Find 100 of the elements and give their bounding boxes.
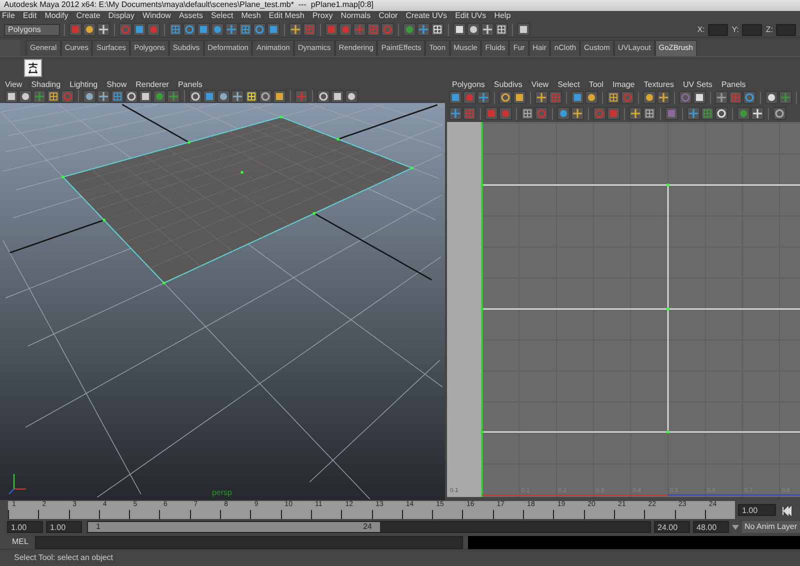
toolbar-icon[interactable] bbox=[217, 90, 230, 103]
toolbar-icon[interactable] bbox=[773, 107, 786, 120]
panel-menu[interactable]: View bbox=[5, 80, 22, 89]
panel-menu[interactable]: Show bbox=[106, 80, 127, 89]
coordinate-field[interactable] bbox=[742, 24, 762, 36]
toolbar-icon[interactable] bbox=[743, 91, 756, 104]
panel-menu[interactable]: Shading bbox=[31, 80, 61, 89]
toolbar-icon[interactable] bbox=[231, 90, 244, 103]
menu-item[interactable]: Display bbox=[108, 12, 134, 22]
plane-mesh[interactable] bbox=[62, 116, 414, 284]
toolbar-icon[interactable] bbox=[83, 90, 96, 103]
toolbar-icon[interactable] bbox=[317, 90, 330, 103]
panel-menu[interactable]: Textures bbox=[644, 80, 674, 89]
menu-item[interactable]: Mesh bbox=[241, 12, 261, 22]
toolbar-icon[interactable] bbox=[203, 90, 216, 103]
panel-menu[interactable]: Panels bbox=[721, 80, 746, 89]
perspective-viewport[interactable]: persp bbox=[0, 102, 445, 500]
uv-shell[interactable] bbox=[480, 183, 800, 434]
toolbar-icon[interactable] bbox=[607, 91, 620, 104]
command-input-field[interactable] bbox=[35, 536, 464, 549]
toolbar-icon[interactable] bbox=[331, 90, 344, 103]
toolbar-icon[interactable] bbox=[5, 90, 18, 103]
current-frame-field[interactable]: 1.00 bbox=[738, 504, 776, 516]
toolbar-icon[interactable] bbox=[751, 107, 764, 120]
toolbar-icon[interactable] bbox=[197, 23, 210, 36]
toolbar-icon[interactable] bbox=[97, 23, 110, 36]
caret-icon[interactable] bbox=[732, 524, 739, 530]
menu-item[interactable]: Edit UVs bbox=[455, 12, 486, 22]
toolbar-icon[interactable] bbox=[97, 90, 110, 103]
menu-item[interactable]: File bbox=[2, 12, 15, 22]
panel-menu[interactable]: Panels bbox=[178, 80, 202, 89]
menu-item[interactable]: Create bbox=[76, 12, 100, 22]
range-slider-bar[interactable]: 1 24 bbox=[88, 522, 380, 532]
toolbar-icon[interactable] bbox=[431, 23, 444, 36]
toolbar-icon[interactable] bbox=[259, 90, 272, 103]
toolbar-icon[interactable] bbox=[19, 90, 32, 103]
panel-menu[interactable]: Image bbox=[612, 80, 635, 89]
toolbar-icon[interactable] bbox=[449, 91, 462, 104]
menu-item[interactable]: Proxy bbox=[312, 12, 333, 22]
toolbar-icon[interactable] bbox=[183, 23, 196, 36]
menu-item[interactable]: Window bbox=[142, 12, 171, 22]
toolbar-icon[interactable] bbox=[139, 90, 152, 103]
coordinate-field[interactable] bbox=[708, 24, 728, 36]
menu-item[interactable]: Normals bbox=[340, 12, 371, 22]
panel-menu[interactable]: Polygons bbox=[452, 80, 485, 89]
start-time-field[interactable]: 1.00 bbox=[7, 520, 43, 533]
toolbar-icon[interactable] bbox=[111, 90, 124, 103]
mode-dropdown[interactable]: Polygons bbox=[4, 24, 60, 36]
toolbar-icon[interactable] bbox=[687, 107, 700, 120]
menu-item[interactable]: Help bbox=[494, 12, 511, 22]
toolbar-icon[interactable] bbox=[239, 23, 252, 36]
menu-item[interactable]: Create UVs bbox=[406, 12, 448, 22]
toolbar-icon[interactable] bbox=[453, 23, 466, 36]
panel-menu[interactable]: Tool bbox=[588, 80, 604, 89]
toolbar-icon[interactable] bbox=[643, 91, 656, 104]
toolbar-icon[interactable] bbox=[125, 90, 138, 103]
toolbar-icon[interactable] bbox=[495, 23, 508, 36]
playback-start-field[interactable]: 1.00 bbox=[46, 520, 82, 533]
toolbar-icon[interactable] bbox=[481, 23, 494, 36]
command-language-label[interactable]: MEL bbox=[12, 538, 28, 546]
toolbar-icon[interactable] bbox=[83, 23, 96, 36]
toolbar-icon[interactable] bbox=[289, 23, 302, 36]
toolbar-icon[interactable] bbox=[133, 23, 146, 36]
toolbar-icon[interactable] bbox=[211, 23, 224, 36]
toolbar-icon[interactable] bbox=[245, 90, 258, 103]
toolbar-icon[interactable] bbox=[571, 107, 584, 120]
toolbar-icon[interactable] bbox=[715, 107, 728, 120]
toolbar-icon[interactable] bbox=[189, 90, 202, 103]
coordinate-field[interactable] bbox=[776, 24, 796, 36]
go-to-start-icon[interactable] bbox=[782, 506, 792, 516]
playback-end-field[interactable]: 24.00 bbox=[654, 520, 690, 533]
toolbar-icon[interactable] bbox=[517, 23, 530, 36]
panel-menu[interactable]: UV Sets bbox=[682, 80, 712, 89]
toolbar-icon[interactable] bbox=[657, 91, 670, 104]
panel-menu[interactable]: Lighting bbox=[70, 80, 98, 89]
menu-item[interactable]: Edit bbox=[22, 12, 37, 22]
toolbar-icon[interactable] bbox=[693, 91, 706, 104]
menu-item[interactable]: Assets bbox=[178, 12, 203, 22]
panel-menu[interactable]: View bbox=[531, 80, 549, 89]
menu-item[interactable]: Color bbox=[378, 12, 398, 22]
toolbar-icon[interactable] bbox=[557, 107, 570, 120]
toolbar-icon[interactable] bbox=[535, 91, 548, 104]
toolbar-icon[interactable] bbox=[571, 91, 584, 104]
toolbar-icon[interactable] bbox=[467, 23, 480, 36]
panel-menu[interactable]: Renderer bbox=[136, 80, 169, 89]
panel-menu[interactable]: Select bbox=[558, 80, 580, 89]
shelf-tool-icon[interactable] bbox=[24, 59, 42, 78]
toolbar-icon[interactable] bbox=[225, 23, 238, 36]
toolbar-icon[interactable] bbox=[253, 23, 266, 36]
toolbar-icon[interactable] bbox=[629, 107, 642, 120]
toolbar-icon[interactable] bbox=[47, 90, 60, 103]
menu-item[interactable]: Select bbox=[210, 12, 234, 22]
toolbar-icon[interactable] bbox=[267, 23, 280, 36]
toolbar-icon[interactable] bbox=[585, 91, 598, 104]
toolbar-icon[interactable] bbox=[417, 23, 430, 36]
end-time-field[interactable]: 48.00 bbox=[692, 520, 729, 533]
toolbar-icon[interactable] bbox=[449, 107, 462, 120]
panel-menu[interactable]: Subdivs bbox=[494, 80, 522, 89]
toolbar-icon[interactable] bbox=[499, 91, 512, 104]
toolbar-icon[interactable] bbox=[273, 90, 286, 103]
